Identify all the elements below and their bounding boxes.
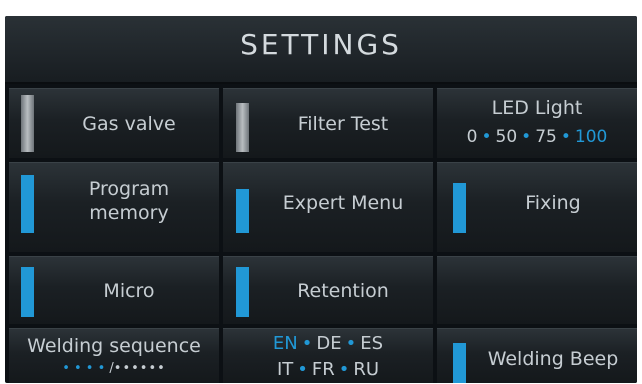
program-memory-indicator: [21, 175, 34, 233]
program-memory-label: Program memory: [39, 177, 219, 225]
separator-dot: •: [338, 359, 350, 380]
header-bar: SETTINGS: [5, 16, 637, 84]
micro-button[interactable]: Micro: [9, 256, 219, 324]
language-selector[interactable]: EN • DE • ES IT • FR • RU: [223, 328, 433, 383]
led-light-levels: 0 • 50 • 75 • 100: [437, 127, 637, 147]
fixing-button[interactable]: Fixing: [437, 162, 637, 252]
language-it[interactable]: IT: [277, 359, 293, 380]
language-row-1: EN • DE • ES: [223, 333, 433, 354]
language-de[interactable]: DE: [316, 333, 341, 354]
retention-indicator: [236, 267, 249, 317]
separator-dot: •: [297, 359, 308, 380]
expert-menu-label: Expert Menu: [282, 192, 404, 214]
language-en[interactable]: EN: [273, 333, 298, 354]
sequence-active-dots: • • • •: [62, 361, 106, 376]
language-es[interactable]: ES: [360, 333, 383, 354]
filter-test-button[interactable]: Filter Test: [223, 88, 433, 158]
led-level-100[interactable]: 100: [575, 127, 607, 147]
program-memory-label-line1: Program: [88, 178, 170, 200]
micro-label: Micro: [103, 280, 155, 302]
welding-sequence-button[interactable]: Welding sequence • • • • /••••••: [9, 328, 219, 383]
fixing-indicator: [453, 183, 466, 233]
welding-beep-label: Welding Beep: [487, 348, 619, 370]
gas-valve-button[interactable]: Gas valve: [9, 88, 219, 158]
micro-indicator: [21, 267, 34, 317]
page-title: SETTINGS: [240, 28, 402, 61]
separator-dot: •: [560, 127, 571, 147]
welding-beep-button[interactable]: Welding Beep: [437, 328, 637, 383]
expert-menu-button[interactable]: Expert Menu: [223, 162, 433, 252]
separator-dot: •: [521, 127, 532, 147]
gas-valve-label: Gas valve: [82, 113, 176, 135]
welding-sequence-label: Welding sequence: [27, 335, 201, 357]
separator-dot: •: [345, 333, 357, 354]
separator-dot: •: [481, 127, 492, 147]
retention-button[interactable]: Retention: [223, 256, 433, 324]
fixing-label: Fixing: [525, 192, 581, 214]
filter-test-indicator: [236, 103, 249, 152]
language-row-2: IT • FR • RU: [223, 359, 433, 380]
expert-menu-indicator: [236, 189, 249, 233]
retention-label: Retention: [297, 280, 389, 302]
filter-test-label: Filter Test: [297, 113, 389, 135]
separator-dot: •: [301, 333, 313, 354]
program-memory-button[interactable]: Program memory: [9, 162, 219, 252]
welding-sequence-indicator: • • • • /••••••: [9, 361, 219, 376]
settings-screen: SETTINGS Gas valve Filter Test LED Light…: [5, 16, 637, 383]
led-light-label: LED Light: [491, 97, 583, 119]
empty-slot: [437, 256, 637, 324]
program-memory-label-line2: memory: [89, 202, 169, 224]
gas-valve-indicator: [21, 95, 34, 152]
sequence-rest-dots: ••••••: [113, 361, 166, 376]
led-level-0[interactable]: 0: [467, 127, 478, 147]
led-light-button[interactable]: LED Light 0 • 50 • 75 • 100: [437, 88, 637, 158]
welding-beep-indicator: [453, 343, 466, 383]
language-fr[interactable]: FR: [312, 359, 335, 380]
led-level-75[interactable]: 75: [535, 127, 557, 147]
language-ru[interactable]: RU: [353, 359, 379, 380]
led-level-50[interactable]: 50: [496, 127, 518, 147]
